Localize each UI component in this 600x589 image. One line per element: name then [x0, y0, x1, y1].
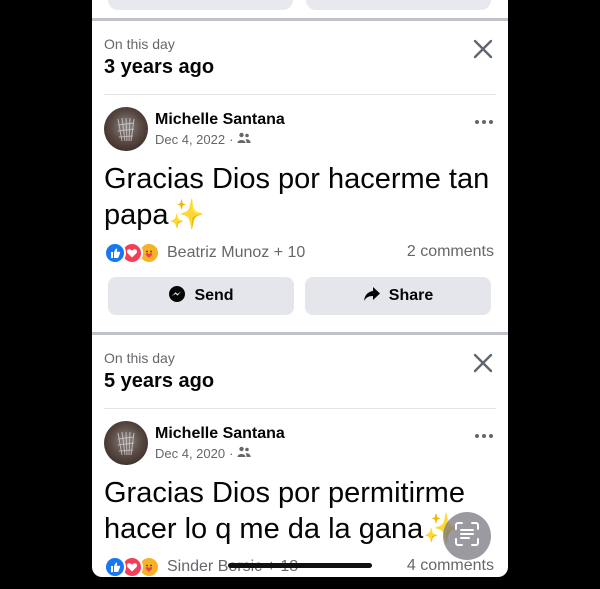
close-icon[interactable]: [472, 38, 494, 60]
like-reaction-icon: [104, 556, 126, 577]
years-ago-heading: 3 years ago: [104, 56, 215, 78]
avatar[interactable]: [104, 421, 148, 465]
text-scan-icon: [454, 521, 480, 552]
more-options-icon[interactable]: [474, 428, 494, 438]
author-name[interactable]: Michelle Santana: [155, 425, 285, 443]
share-button[interactable]: Share: [305, 277, 491, 315]
comments-count[interactable]: 2 comments: [407, 243, 494, 261]
on-this-day-label: On this day: [104, 350, 175, 366]
author-name[interactable]: Michelle Santana: [155, 111, 285, 129]
reactions-summary[interactable]: Beatriz Munoz + 10: [104, 242, 305, 264]
previous-send-button[interactable]: [108, 0, 293, 10]
friends-icon: [237, 446, 252, 461]
on-this-day-label: On this day: [104, 36, 175, 52]
previous-card-actions: [92, 0, 508, 18]
post-text: Gracias Dios por hacerme tan papa✨: [104, 163, 490, 231]
home-indicator[interactable]: [228, 563, 372, 568]
previous-share-button[interactable]: [306, 0, 491, 10]
messenger-icon: [168, 285, 186, 308]
share-label: Share: [388, 287, 434, 304]
avatar[interactable]: [104, 107, 148, 151]
meta-separator: ·: [229, 132, 234, 147]
post-meta: Dec 4, 2020 ·: [155, 446, 252, 461]
share-arrow-icon: [363, 285, 381, 308]
like-reaction-icon: [104, 242, 126, 264]
post-date[interactable]: Dec 4, 2022: [155, 132, 225, 147]
memory-card: On this day 3 years ago Michelle Santana…: [92, 21, 508, 332]
meta-separator: ·: [229, 446, 234, 461]
post-date[interactable]: Dec 4, 2020: [155, 446, 225, 461]
divider: [104, 408, 496, 409]
years-ago-heading: 5 years ago: [104, 370, 215, 392]
friends-icon: [237, 132, 252, 147]
live-text-scan-button[interactable]: [443, 512, 491, 560]
close-icon[interactable]: [472, 352, 494, 374]
post-text: Gracias Dios por permitirme hacer lo q m…: [104, 477, 465, 545]
comments-count[interactable]: 4 comments: [407, 557, 494, 575]
send-button[interactable]: Send: [108, 277, 294, 315]
reaction-names: Beatriz Munoz + 10: [167, 244, 306, 261]
divider: [104, 94, 496, 95]
more-options-icon[interactable]: [474, 114, 494, 124]
send-label: Send: [194, 287, 234, 304]
phone-screen: On this day 3 years ago Michelle Santana…: [92, 0, 508, 577]
post-meta: Dec 4, 2022 ·: [155, 132, 252, 147]
